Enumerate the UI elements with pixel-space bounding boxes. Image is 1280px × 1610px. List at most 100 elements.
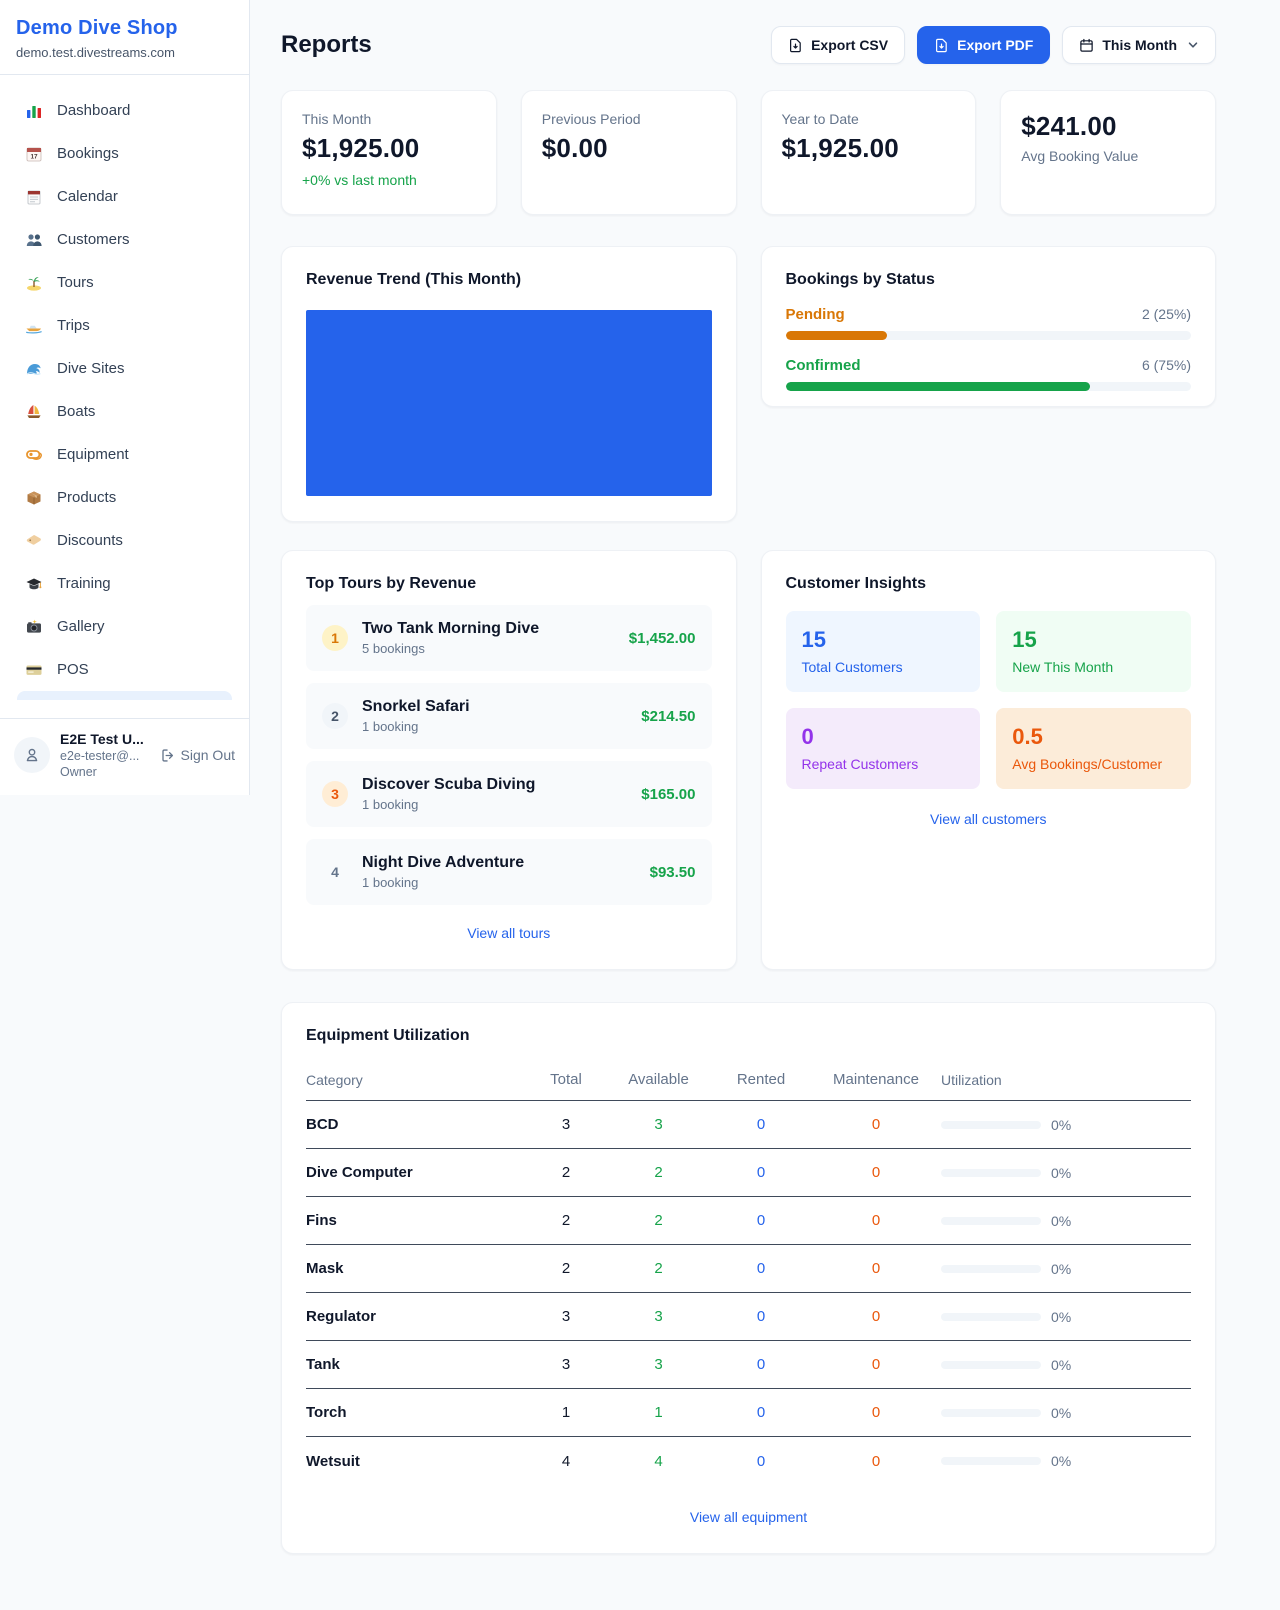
tour-amount: $1,452.00: [629, 630, 696, 647]
cell-maintenance: 0: [811, 1356, 941, 1373]
utilization-bar: [941, 1169, 1041, 1177]
insight-value: 0.5: [1012, 724, 1175, 750]
sidebar-item-customers[interactable]: Customers: [12, 218, 237, 261]
sign-out-button[interactable]: Sign Out: [160, 747, 235, 763]
insight-value: 15: [802, 627, 965, 653]
cell-available: 3: [606, 1116, 711, 1133]
cell-maintenance: 0: [811, 1212, 941, 1229]
cell-utilization: 0%: [941, 1309, 1191, 1325]
speedboat-icon: [24, 316, 43, 335]
utilization-bar: [941, 1457, 1041, 1465]
status-bar-track: [786, 382, 1192, 391]
tour-row[interactable]: 1 Two Tank Morning Dive 5 bookings $1,45…: [306, 605, 712, 671]
sidebar-item-label: Gallery: [57, 618, 105, 635]
stat-value: $1,925.00: [302, 133, 476, 164]
col-category: Category: [306, 1072, 526, 1088]
utilization-pct: 0%: [1051, 1165, 1071, 1181]
sailboat-icon: [24, 402, 43, 421]
sidebar-item-reports-partial[interactable]: [17, 691, 232, 700]
cell-rented: 0: [711, 1260, 811, 1277]
sidebar-item-tours[interactable]: Tours: [12, 261, 237, 304]
utilization-pct: 0%: [1051, 1405, 1071, 1421]
utilization-pct: 0%: [1051, 1261, 1071, 1277]
spiral-calendar-icon: [24, 187, 43, 206]
view-all-customers-link[interactable]: View all customers: [786, 811, 1192, 827]
cell-maintenance: 0: [811, 1308, 941, 1325]
island-icon: [24, 273, 43, 292]
svg-text:17: 17: [30, 153, 38, 160]
tour-name: Discover Scuba Diving: [362, 776, 627, 794]
wave-icon: [24, 359, 43, 378]
sidebar-item-training[interactable]: Training: [12, 562, 237, 605]
table-row: Wetsuit 4 4 0 0 0%: [306, 1437, 1191, 1485]
insight-avg-bookings: 0.5 Avg Bookings/Customer: [996, 708, 1191, 789]
insight-value: 15: [1012, 627, 1175, 653]
col-utilization: Utilization: [941, 1072, 1191, 1088]
cell-available: 1: [606, 1404, 711, 1421]
period-select[interactable]: This Month: [1062, 26, 1216, 64]
view-all-equipment-link[interactable]: View all equipment: [306, 1509, 1191, 1525]
cell-rented: 0: [711, 1308, 811, 1325]
sidebar-item-label: Trips: [57, 317, 90, 334]
cell-maintenance: 0: [811, 1164, 941, 1181]
cell-total: 2: [526, 1164, 606, 1181]
sidebar-item-trips[interactable]: Trips: [12, 304, 237, 347]
tour-name: Two Tank Morning Dive: [362, 620, 615, 638]
equipment-utilization-card: Equipment Utilization Category Total Ava…: [281, 1002, 1216, 1554]
insight-label: Avg Bookings/Customer: [1012, 756, 1175, 772]
col-maintenance: Maintenance: [811, 1071, 941, 1088]
tour-bookings: 1 booking: [362, 797, 627, 812]
tour-row[interactable]: 4 Night Dive Adventure 1 booking $93.50: [306, 839, 712, 905]
tour-bookings: 1 booking: [362, 719, 627, 734]
insight-new-this-month: 15 New This Month: [996, 611, 1191, 692]
tour-row[interactable]: 3 Discover Scuba Diving 1 booking $165.0…: [306, 761, 712, 827]
sidebar-item-boats[interactable]: Boats: [12, 390, 237, 433]
top-tours-title: Top Tours by Revenue: [306, 575, 712, 593]
sidebar-item-dashboard[interactable]: Dashboard: [12, 89, 237, 132]
sidebar-item-bookings[interactable]: 17 Bookings: [12, 132, 237, 175]
stat-cards: This Month $1,925.00 +0% vs last month P…: [281, 90, 1216, 215]
view-all-tours-link[interactable]: View all tours: [306, 925, 712, 941]
cell-rented: 0: [711, 1212, 811, 1229]
sidebar-item-gallery[interactable]: Gallery: [12, 605, 237, 648]
cell-utilization: 0%: [941, 1213, 1191, 1229]
bar-chart-icon: [24, 101, 43, 120]
stat-year-to-date: Year to Date $1,925.00: [761, 90, 977, 215]
stat-value: $241.00: [1021, 111, 1195, 142]
cell-category: Torch: [306, 1404, 526, 1421]
cell-total: 3: [526, 1308, 606, 1325]
stat-label: Avg Booking Value: [1021, 148, 1195, 164]
sidebar-item-calendar[interactable]: Calendar: [12, 175, 237, 218]
cell-available: 2: [606, 1164, 711, 1181]
sidebar-item-dive-sites[interactable]: Dive Sites: [12, 347, 237, 390]
cell-utilization: 0%: [941, 1165, 1191, 1181]
cell-total: 3: [526, 1116, 606, 1133]
export-pdf-button[interactable]: Export PDF: [917, 26, 1050, 64]
tour-amount: $165.00: [641, 786, 695, 803]
cell-maintenance: 0: [811, 1260, 941, 1277]
package-icon: [24, 488, 43, 507]
status-label: Confirmed: [786, 357, 861, 374]
tour-row[interactable]: 2 Snorkel Safari 1 booking $214.50: [306, 683, 712, 749]
cell-total: 2: [526, 1212, 606, 1229]
sidebar-item-discounts[interactable]: Discounts: [12, 519, 237, 562]
equipment-table: Category Total Available Rented Maintena…: [306, 1059, 1191, 1485]
cell-maintenance: 0: [811, 1404, 941, 1421]
export-csv-button[interactable]: Export CSV: [771, 26, 905, 64]
stat-label: Year to Date: [782, 111, 956, 127]
sidebar-item-products[interactable]: Products: [12, 476, 237, 519]
bookings-by-status-title: Bookings by Status: [786, 271, 1192, 289]
table-row: Torch 1 1 0 0 0%: [306, 1389, 1191, 1437]
sidebar-item-label: Equipment: [57, 446, 129, 463]
tour-name: Snorkel Safari: [362, 698, 627, 716]
utilization-bar: [941, 1265, 1041, 1273]
cell-available: 4: [606, 1453, 711, 1470]
sidebar-item-equipment[interactable]: Equipment: [12, 433, 237, 476]
cell-utilization: 0%: [941, 1117, 1191, 1133]
period-label: This Month: [1102, 37, 1177, 53]
insight-label: Repeat Customers: [802, 756, 965, 772]
sidebar-item-pos[interactable]: POS: [12, 648, 237, 691]
rank-badge: 4: [322, 859, 348, 885]
cell-total: 3: [526, 1356, 606, 1373]
cell-maintenance: 0: [811, 1453, 941, 1470]
